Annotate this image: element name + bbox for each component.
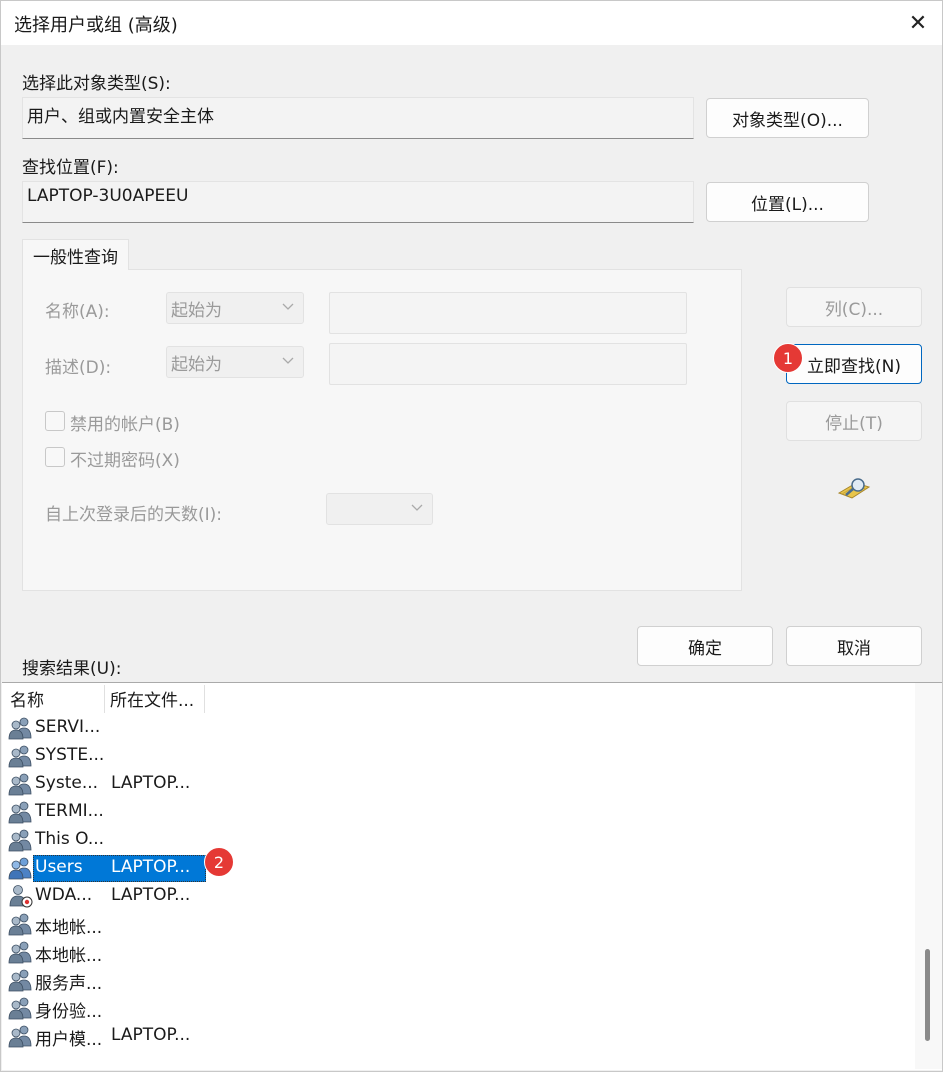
ok-button[interactable]: 确定 [637,626,773,666]
disabled-accounts-label: 禁用的帐户(B) [70,415,180,435]
column-header-name[interactable]: 名称 [10,683,104,714]
user-group-icon [8,772,34,796]
table-row[interactable]: 用户模... LAPTOP... [8,1022,928,1050]
row-name: TERMI... [35,801,104,821]
user-group-icon [8,744,34,768]
table-row[interactable]: SYSTE... [8,742,928,770]
table-row[interactable]: Syste... LAPTOP... [8,770,928,798]
locations-button[interactable]: 位置(L)... [706,182,869,222]
table-row[interactable]: 身份验... [8,994,928,1022]
column-divider[interactable] [104,685,105,713]
security-principal-icon [8,884,34,908]
user-group-icon [8,1024,34,1048]
user-group-icon [8,996,34,1020]
column-divider[interactable] [204,685,205,713]
row-name: SYSTE... [35,745,105,765]
select-users-dialog: 选择用户或组 (高级) ✕ 选择此对象类型(S): 用户、组或内置安全主体 对象… [0,0,943,1072]
table-row[interactable]: 本地帐... [8,910,928,938]
name-mode-select[interactable]: 起始为 [166,292,304,324]
row-name: SERVI... [35,717,101,737]
chevron-down-icon [282,357,294,364]
table-row[interactable]: 本地帐... [8,938,928,966]
row-name: Syste... [35,773,99,793]
columns-button[interactable]: 列(C)... [786,287,922,327]
chevron-down-icon [411,504,423,511]
user-group-icon [8,968,34,992]
row-name: Users [35,857,83,877]
days-since-login-label: 自上次登录后的天数(I): [45,505,223,525]
cancel-button[interactable]: 取消 [786,626,922,666]
user-group-icon [8,940,34,964]
search-results-label: 搜索结果(U): [22,659,122,679]
non-expiring-password-label: 不过期密码(X) [70,451,180,471]
row-name: This O... [35,829,105,849]
disabled-accounts-checkbox[interactable] [45,411,65,431]
row-name: WDA... [35,885,93,905]
user-group-icon [8,912,34,936]
table-row[interactable]: TERMI... [8,798,928,826]
object-types-button[interactable]: 对象类型(O)... [706,98,869,138]
table-row[interactable]: 服务声... [8,966,928,994]
row-name: 本地帐... [35,946,103,966]
row-folder: LAPTOP... [111,857,191,877]
row-folder: LAPTOP... [111,773,191,793]
row-name: 本地帐... [35,918,103,938]
dialog-title: 选择用户或组 (高级) [14,15,178,36]
user-group-icon [8,800,34,824]
days-since-login-select[interactable] [326,493,433,525]
name-mode-value: 起始为 [171,301,222,321]
user-group-icon [8,716,34,740]
row-folder: LAPTOP... [111,885,191,905]
title-bar: 选择用户或组 (高级) ✕ [1,1,942,45]
table-row[interactable]: Users LAPTOP... [8,854,928,882]
description-label: 描述(D): [45,358,112,378]
search-results-list[interactable]: 名称 所在文件... SERVI... SYSTE... Syste... LAPTO… [2,682,942,1070]
annotation-badge-1: 1 [773,343,803,373]
description-mode-select[interactable]: 起始为 [166,346,304,378]
row-name: 用户模... [35,1030,103,1050]
close-icon[interactable]: ✕ [895,1,941,45]
annotation-badge-2: 2 [204,847,234,877]
table-row[interactable]: This O... [8,826,928,854]
row-name: 身份验... [35,1002,103,1022]
tab-common-queries[interactable]: 一般性查询 [22,239,129,270]
name-label: 名称(A): [45,302,110,322]
scrollbar-thumb[interactable] [925,949,930,1041]
column-header-folder[interactable]: 所在文件... [110,683,204,714]
location-field: LAPTOP-3U0APEEU [22,181,694,223]
row-name: 服务声... [35,974,103,994]
description-input[interactable] [329,343,687,385]
stop-button[interactable]: 停止(T) [786,401,922,441]
results-scrollbar[interactable] [915,683,942,1069]
table-row[interactable]: WDA... LAPTOP... [8,882,928,910]
chevron-down-icon [282,303,294,310]
description-mode-value: 起始为 [171,355,222,375]
name-input[interactable] [329,292,687,334]
object-type-field: 用户、组或内置安全主体 [22,97,694,139]
row-folder: LAPTOP... [111,1025,191,1045]
user-group-icon [8,856,34,880]
find-now-button[interactable]: 立即查找(N) [786,344,922,384]
user-group-icon [8,828,34,852]
search-magnifier-icon [837,478,871,499]
object-type-label: 选择此对象类型(S): [22,74,171,94]
non-expiring-password-checkbox[interactable] [45,447,65,467]
table-row[interactable]: SERVI... [8,714,928,742]
location-label: 查找位置(F): [22,158,119,178]
